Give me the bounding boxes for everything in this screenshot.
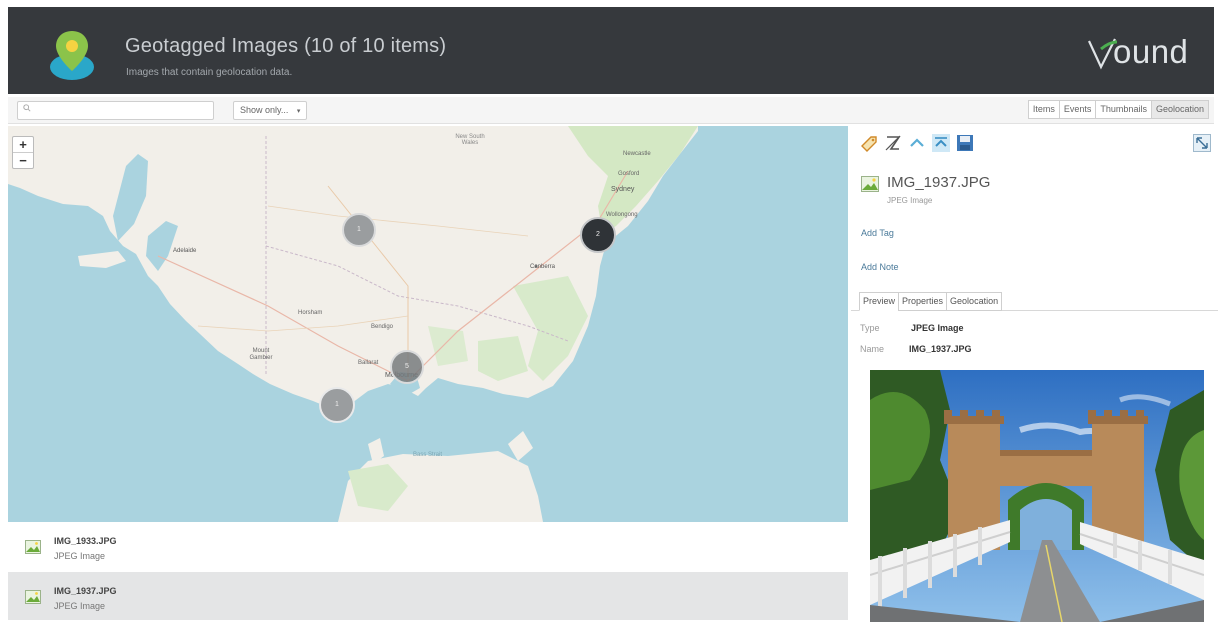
list-item-name: IMG_1933.JPG xyxy=(54,536,117,546)
image-file-icon xyxy=(25,540,41,554)
remove-tag-icon[interactable] xyxy=(883,133,903,153)
list-item-type: JPEG Image xyxy=(54,551,106,561)
list-item-type: JPEG Image xyxy=(54,601,106,611)
type-label: Type xyxy=(860,323,880,333)
search-icon xyxy=(23,104,31,112)
type-value: JPEG Image xyxy=(911,323,964,333)
detail-panel: IMG_1937.JPG JPEG Image Add Tag Add Note… xyxy=(851,126,1218,625)
map-cluster-marker[interactable]: 1 xyxy=(342,213,376,247)
toolbar: Show only... ▾ Items Events Thumbnails G… xyxy=(8,97,1214,124)
result-list: IMG_1933.JPG JPEG Image IMG_1937.JPG JPE… xyxy=(8,522,848,622)
map-label-gosford: Gosford xyxy=(618,171,640,177)
view-geolocation-button[interactable]: Geolocation xyxy=(1150,100,1209,119)
map-label-ballarat: Ballarat xyxy=(358,360,379,366)
view-items-button[interactable]: Items xyxy=(1027,100,1060,119)
panel-toolbar xyxy=(859,133,975,153)
tab-preview[interactable]: Preview xyxy=(859,292,900,311)
map-label-horsham: Horsham xyxy=(298,310,323,316)
zoom-in-button[interactable]: + xyxy=(13,137,33,152)
dropdown-caret-icon: ▾ xyxy=(296,108,301,115)
view-events-button[interactable]: Events xyxy=(1058,100,1097,119)
map-zoom-control: + − xyxy=(12,136,34,169)
list-item-selected[interactable]: IMG_1937.JPG JPEG Image xyxy=(8,572,848,620)
name-value: IMG_1937.JPG xyxy=(909,344,972,354)
cluster-count: 1 xyxy=(357,226,361,233)
tab-properties[interactable]: Properties xyxy=(898,292,948,311)
add-note-link[interactable]: Add Note xyxy=(861,262,899,272)
map-label-mount-gambier: Mount Gambier xyxy=(249,348,273,361)
name-label: Name xyxy=(860,344,885,354)
jump-to-top-icon[interactable] xyxy=(931,133,951,153)
geolocation-map[interactable]: New South Wales Newcastle Gosford Sydney… xyxy=(8,126,848,522)
view-thumbnails-button[interactable]: Thumbnails xyxy=(1095,100,1152,119)
geolocation-pin-icon xyxy=(50,31,94,80)
map-label-sydney: Sydney xyxy=(611,186,635,193)
map-label-bendigo: Bendigo xyxy=(371,324,394,330)
map-label-bass-strait: Bass Strait xyxy=(413,452,443,458)
show-only-label: Show only... xyxy=(240,105,289,115)
page-subtitle: Images that contain geolocation data. xyxy=(126,67,293,78)
map-label-wollongong: Wollongong xyxy=(606,212,638,218)
expand-panel-icon[interactable] xyxy=(1193,134,1211,152)
zoom-out-button[interactable]: − xyxy=(13,152,33,168)
app-header: Geotagged Images (10 of 10 items) Images… xyxy=(8,7,1214,94)
show-only-dropdown[interactable]: Show only... ▾ xyxy=(233,101,308,120)
chevron-up-icon[interactable] xyxy=(907,133,927,153)
map-label-newcastle: Newcastle xyxy=(623,151,651,157)
image-preview xyxy=(870,370,1204,622)
map-label-new-south-wales: New South Wales xyxy=(455,134,485,146)
tab-geolocation[interactable]: Geolocation xyxy=(946,292,1003,311)
vound-logo: ound xyxy=(1088,31,1188,71)
map-cluster-marker[interactable]: 5 xyxy=(390,350,424,384)
detail-subtitle: JPEG Image xyxy=(887,196,933,205)
map-cluster-marker[interactable]: 2 xyxy=(580,217,616,253)
cluster-count: 1 xyxy=(335,401,339,408)
detail-tabs: Preview Properties Geolocation xyxy=(859,292,1003,311)
add-tag-link[interactable]: Add Tag xyxy=(861,228,894,238)
image-file-icon xyxy=(25,590,41,604)
list-item-name: IMG_1937.JPG xyxy=(54,586,117,596)
map-tiles xyxy=(8,126,698,522)
detail-title: IMG_1937.JPG xyxy=(887,174,991,191)
view-switcher: Items Events Thumbnails Geolocation xyxy=(1027,100,1209,119)
map-cluster-marker[interactable]: 1 xyxy=(319,387,355,423)
map-label-adelaide: Adelaide xyxy=(173,248,197,254)
cluster-count: 5 xyxy=(405,363,409,370)
image-file-icon xyxy=(861,176,879,192)
map-label-canberra: Canberra xyxy=(530,264,556,270)
page-title: Geotagged Images (10 of 10 items) xyxy=(125,35,447,57)
brand-name: ound xyxy=(1113,33,1189,70)
cluster-count: 2 xyxy=(596,231,600,238)
list-item[interactable]: IMG_1933.JPG JPEG Image xyxy=(8,522,848,570)
save-icon[interactable] xyxy=(955,133,975,153)
search-input[interactable] xyxy=(17,101,214,120)
tag-icon[interactable] xyxy=(859,133,879,153)
